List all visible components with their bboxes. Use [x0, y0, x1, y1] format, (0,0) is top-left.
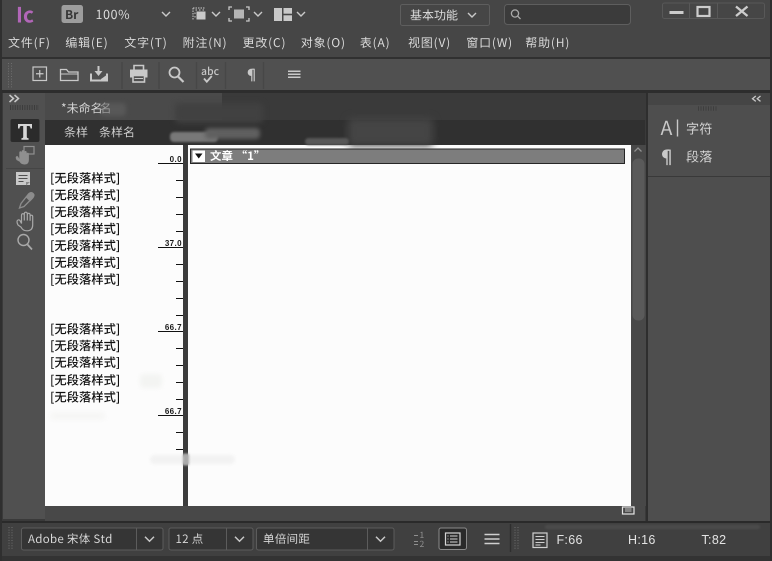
svg-text:66.7: 66.7: [165, 407, 182, 416]
svg-text:F:66: F:66: [557, 533, 583, 547]
svg-text:H:16: H:16: [628, 533, 656, 547]
svg-text:66.7: 66.7: [165, 323, 182, 332]
svg-text:T:82: T:82: [702, 533, 727, 547]
svg-text:37.0: 37.0: [165, 239, 182, 248]
svg-text:0.0: 0.0: [170, 155, 182, 164]
